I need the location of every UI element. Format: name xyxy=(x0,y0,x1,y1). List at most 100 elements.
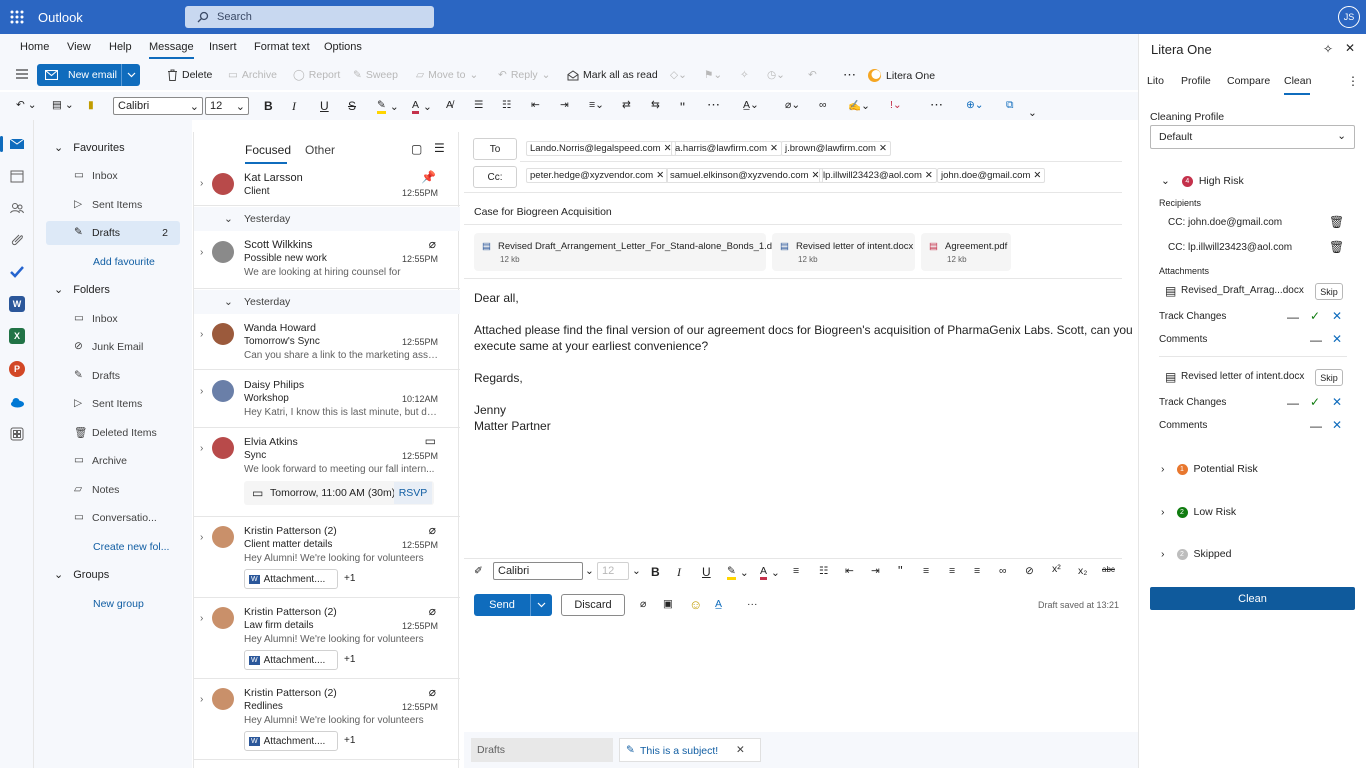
underline-icon[interactable]: U xyxy=(320,99,329,113)
close-icon[interactable]: ✕ xyxy=(1345,41,1355,55)
attach-icon[interactable]: ⌀ xyxy=(640,598,646,610)
more-format-icon[interactable]: ⋯ xyxy=(707,97,720,113)
profile-select[interactable]: Default ⌄ xyxy=(1150,125,1355,149)
recipient-chip[interactable]: Lando.Norris@legalspeed.com ✕ xyxy=(526,141,676,156)
groups-header[interactable]: ⌄ Groups xyxy=(54,568,109,582)
cc-chip[interactable]: john.doe@gmail.com ✕ xyxy=(937,168,1046,183)
create-folder-link[interactable]: Create new fol... xyxy=(93,541,169,553)
importance-icon[interactable]: !⌄ xyxy=(890,99,902,111)
folder-deleted-items[interactable]: 🗑 Deleted Items xyxy=(46,421,180,445)
onedrive-app-icon[interactable] xyxy=(9,394,25,410)
favourites-header[interactable]: ⌄ Favourites xyxy=(54,141,125,155)
word-app-icon[interactable]: W xyxy=(9,296,25,312)
bold-icon[interactable]: B xyxy=(264,99,273,113)
select-icon[interactable]: ▢ xyxy=(411,142,422,156)
align-right-icon[interactable]: ≡ xyxy=(974,565,980,577)
send-button[interactable]: Send xyxy=(474,594,530,616)
paste-icon[interactable]: ▤ ⌄ xyxy=(52,99,74,111)
drafts-tab[interactable]: Drafts xyxy=(471,738,613,762)
align-left-icon[interactable]: ≡ xyxy=(923,565,929,577)
cc-chip[interactable]: samuel.elkinson@xyzvendo.com ✕ xyxy=(666,168,824,183)
recipient-chip[interactable]: j.brown@lawfirm.com ✕ xyxy=(781,141,891,156)
quote-icon[interactable]: " xyxy=(680,99,685,115)
tab-other[interactable]: Other xyxy=(305,143,335,157)
archive-button[interactable]: ▭ Archive xyxy=(228,69,277,81)
italic-icon[interactable]: I xyxy=(292,99,296,114)
minus-icon[interactable]: — xyxy=(1287,396,1299,410)
strikethrough-icon[interactable]: S xyxy=(348,99,356,113)
folder-conversation[interactable]: ▭ Conversatio... xyxy=(46,506,180,530)
panel-tab-compare[interactable]: Compare xyxy=(1227,75,1270,87)
meeting-card[interactable]: ▭ Tomorrow, 11:00 AM (30m) RSVP xyxy=(244,481,434,505)
pin-icon[interactable]: ✧ xyxy=(1323,42,1333,56)
compose-font-select[interactable]: Calibri xyxy=(493,562,583,580)
font-select[interactable]: Calibri ⌄ xyxy=(113,97,203,115)
indent-icon[interactable]: ⇥ xyxy=(871,565,880,577)
undo-icon[interactable]: ↶ ⌄ xyxy=(16,99,37,111)
close-icon[interactable]: ✕ xyxy=(1332,332,1342,346)
numbering-icon[interactable]: ☷ xyxy=(819,565,828,577)
strikethrough-icon[interactable]: abc xyxy=(1102,565,1115,574)
tab-home[interactable]: Home xyxy=(20,41,49,53)
subscript-icon[interactable]: x₂ xyxy=(1078,565,1087,577)
more-vertical-icon[interactable]: ⋮ xyxy=(1347,74,1359,88)
attachment-card[interactable]: ▤ Revised letter of intent.docx 12 kb xyxy=(772,233,915,271)
font-color-icon[interactable]: A ⌄ xyxy=(760,565,780,580)
more-apps-icon[interactable] xyxy=(9,426,25,442)
format-painter-icon[interactable]: ✐ xyxy=(474,565,483,577)
close-icon[interactable]: ✕ xyxy=(770,143,778,154)
signature-icon[interactable]: ✍⌄ xyxy=(848,99,870,112)
reply-button[interactable]: ↶ Reply ⌄ xyxy=(498,69,550,81)
unlink-icon[interactable]: ⊘ xyxy=(1025,565,1034,577)
flag-icon[interactable]: ⚑⌄ xyxy=(704,69,722,81)
filter-icon[interactable]: ☰ xyxy=(434,141,445,155)
check-icon[interactable]: ✓ xyxy=(1310,309,1320,323)
attachment-chip[interactable]: W Attachment.... xyxy=(244,650,338,670)
close-icon[interactable]: ✕ xyxy=(736,744,745,756)
high-risk-header[interactable]: ⌄ 4 High Risk xyxy=(1161,175,1244,187)
close-icon[interactable]: ✕ xyxy=(1332,395,1342,409)
search-box[interactable]: Search xyxy=(185,6,434,28)
highlight-icon[interactable]: ✎ ⌄ xyxy=(727,565,749,580)
clean-button[interactable]: Clean xyxy=(1150,587,1355,610)
tab-view[interactable]: View xyxy=(67,41,91,53)
cc-chip[interactable]: peter.hedge@xyzvendor.com ✕ xyxy=(526,168,669,183)
more-options-icon[interactable]: ⋯ xyxy=(843,67,856,83)
attachment-chip[interactable]: W Attachment.... xyxy=(244,569,338,589)
compose-size-select[interactable]: 12 xyxy=(597,562,629,580)
folder-junk-email[interactable]: ⊘ Junk Email xyxy=(46,335,180,359)
outdent-icon[interactable]: ⇤ xyxy=(531,99,540,111)
powerpoint-app-icon[interactable]: P xyxy=(9,361,25,377)
trash-icon[interactable]: 🗑 xyxy=(1329,215,1344,229)
format-painter-icon[interactable]: ▮ xyxy=(88,99,94,111)
report-button[interactable]: ◯ Report xyxy=(293,69,340,81)
minus-icon[interactable]: — xyxy=(1310,333,1322,347)
snooze-icon[interactable]: ◷⌄ xyxy=(767,69,785,81)
minus-icon[interactable]: — xyxy=(1310,419,1322,433)
cc-button[interactable]: Cc: xyxy=(473,166,517,188)
editor-icon[interactable]: A̲ xyxy=(715,598,722,610)
tab-options[interactable]: Options xyxy=(324,41,362,53)
tab-message[interactable]: Message xyxy=(149,41,194,59)
message-item[interactable]: › Kat Larsson Client 12:55PM 📌 xyxy=(194,164,460,206)
favourite-sent-items[interactable]: ▷ Sent Items xyxy=(46,193,180,217)
draft-subject-tab[interactable]: ✎ This is a subject! ✕ xyxy=(619,738,761,762)
superscript-icon[interactable]: x² xyxy=(1052,563,1061,575)
styles-icon[interactable]: A̲⌄ xyxy=(743,99,759,111)
new-email-dropdown[interactable] xyxy=(121,64,140,86)
skip-button[interactable]: Skip xyxy=(1315,369,1343,386)
image-icon[interactable]: ▣ xyxy=(663,598,673,610)
italic-icon[interactable]: I xyxy=(677,565,681,580)
close-icon[interactable]: ✕ xyxy=(1332,418,1342,432)
folder-notes[interactable]: ▱ Notes xyxy=(46,478,180,502)
panel-tab-lito[interactable]: Lito xyxy=(1147,75,1164,87)
clear-format-icon[interactable]: A̸ xyxy=(446,99,453,111)
close-icon[interactable]: ✕ xyxy=(656,170,664,181)
folder-archive[interactable]: ▭ Archive xyxy=(46,449,180,473)
attachment-card[interactable]: ▤ Agreement.pdf 12 kb xyxy=(921,233,1011,271)
skipped-header[interactable]: › 2 Skipped xyxy=(1161,548,1231,560)
folder-inbox[interactable]: ▭ Inbox xyxy=(46,307,180,331)
subject-field[interactable]: Case for Biogreen Acquisition xyxy=(474,206,612,218)
chevron-down-icon[interactable]: ⌄ xyxy=(632,565,641,577)
align-center-icon[interactable]: ≡ xyxy=(949,565,955,577)
